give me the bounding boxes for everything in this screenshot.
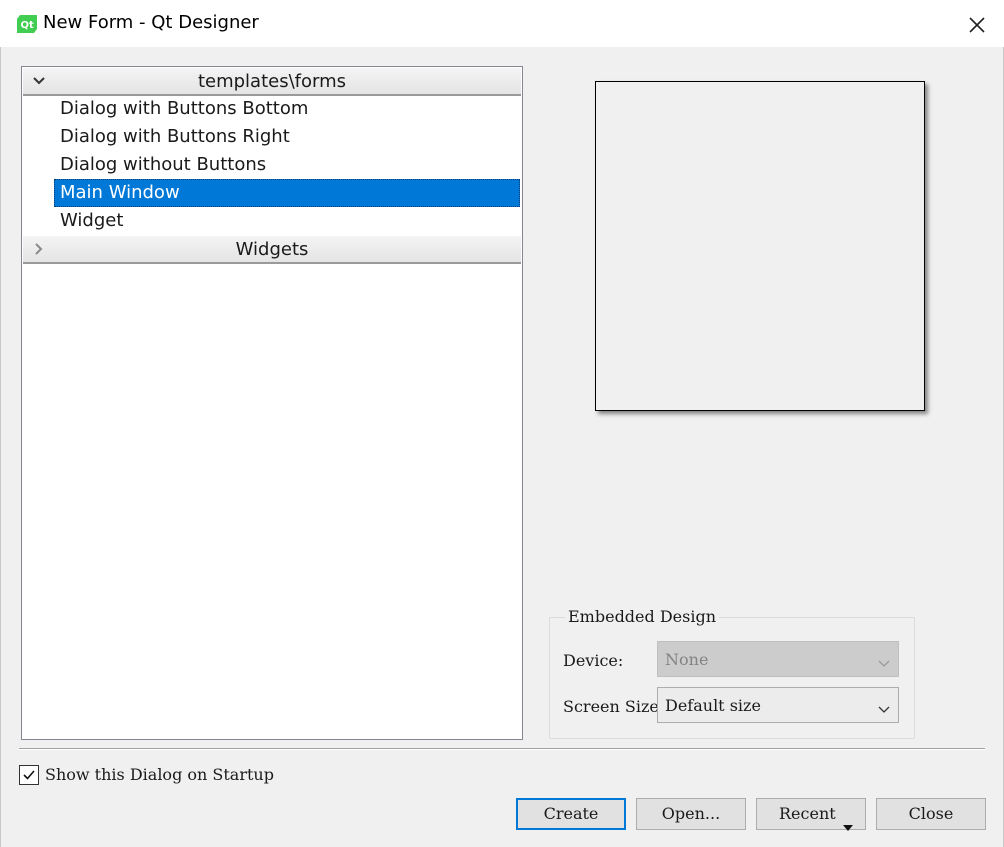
device-select: None: [657, 641, 899, 677]
svg-text:Qt: Qt: [21, 20, 35, 31]
title-bar: Qt New Form - Qt Designer: [0, 0, 1004, 47]
chevron-down-icon: [878, 700, 890, 713]
group-title: Embedded Design: [565, 607, 720, 626]
close-window-icon[interactable]: [964, 12, 990, 38]
screen-size-label: Screen Size:: [563, 697, 665, 716]
recent-label: Recent: [779, 804, 836, 823]
create-button[interactable]: Create: [516, 798, 626, 830]
window-border-left: [0, 0, 1, 847]
template-tree[interactable]: templates\forms Dialog with Buttons Bott…: [21, 66, 523, 740]
template-item-main-window[interactable]: Main Window: [54, 179, 520, 207]
category-label: templates\forms: [197, 71, 347, 92]
device-value: None: [665, 650, 709, 669]
form-preview: [595, 81, 925, 411]
template-item-dialog-buttons-right[interactable]: Dialog with Buttons Right: [54, 123, 520, 151]
dropdown-arrow-icon: [843, 811, 853, 831]
screen-size-select[interactable]: Default size: [657, 687, 899, 723]
category-templates-forms[interactable]: templates\forms: [23, 68, 521, 96]
template-item-widget[interactable]: Widget: [54, 207, 520, 235]
device-label: Device:: [563, 651, 624, 670]
template-item-dialog-without-buttons[interactable]: Dialog without Buttons: [54, 151, 520, 179]
category-label: Widgets: [235, 239, 309, 260]
show-on-startup-label[interactable]: Show this Dialog on Startup: [45, 765, 274, 784]
divider: [19, 748, 985, 750]
recent-button[interactable]: Recent: [756, 798, 866, 831]
category-widgets[interactable]: Widgets: [23, 236, 521, 264]
screen-size-value: Default size: [665, 696, 761, 715]
template-item-dialog-buttons-bottom[interactable]: Dialog with Buttons Bottom: [54, 95, 520, 123]
open-button[interactable]: Open...: [636, 798, 746, 830]
checkmark-icon: [23, 770, 35, 780]
show-on-startup-checkbox[interactable]: [19, 765, 39, 785]
qt-logo-icon: Qt: [17, 15, 37, 33]
chevron-down-icon: [878, 654, 890, 667]
window-title: New Form - Qt Designer: [43, 12, 259, 33]
close-button[interactable]: Close: [876, 798, 986, 830]
